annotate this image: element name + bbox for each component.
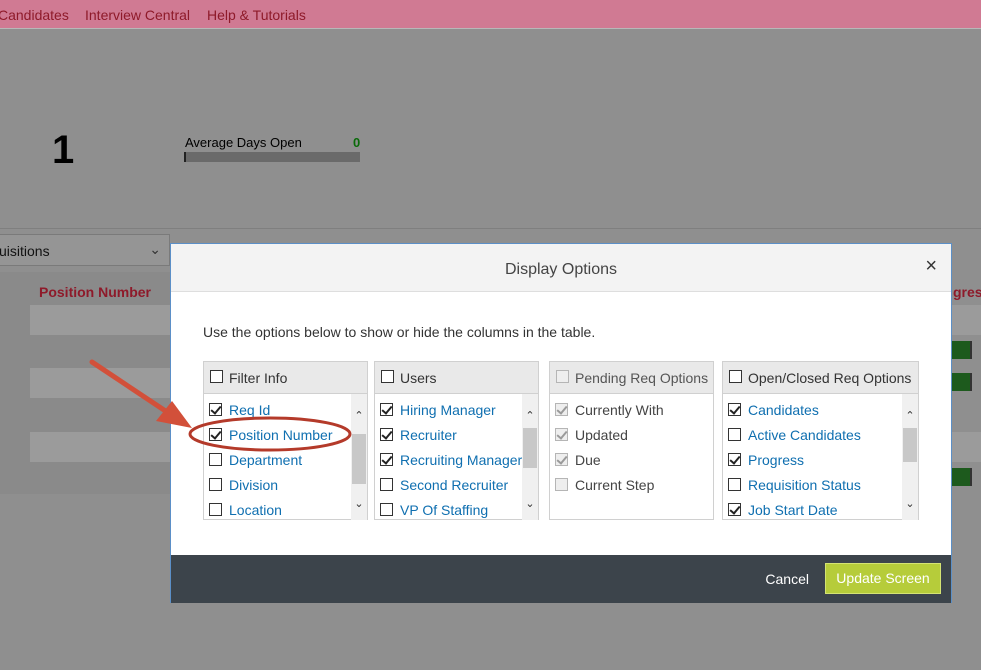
checkbox[interactable] <box>209 403 222 416</box>
panel-title: Pending Req Options <box>575 370 709 386</box>
option-label[interactable]: Position Number <box>229 427 333 443</box>
panel-title: Users <box>400 370 437 386</box>
table-row <box>952 432 981 462</box>
chevron-down-icon: ⌄ <box>149 241 161 257</box>
table-row <box>30 305 170 335</box>
checkbox <box>555 453 568 466</box>
checkbox <box>555 428 568 441</box>
option-label[interactable]: Candidates <box>748 402 819 418</box>
option-label[interactable]: VP Of Staffing <box>400 502 488 518</box>
table-row <box>30 368 170 398</box>
checkbox[interactable] <box>380 403 393 416</box>
nav-candidates[interactable]: Candidates <box>0 7 69 23</box>
scroll-down-icon[interactable]: ⌄ <box>524 498 536 510</box>
checkbox[interactable] <box>380 453 393 466</box>
top-nav: Candidates Interview Central Help & Tuto… <box>0 0 981 29</box>
table-row <box>952 305 981 335</box>
divider <box>0 228 981 229</box>
panel-header: Open/Closed Req Options <box>723 362 918 394</box>
select-all-checkbox[interactable] <box>210 370 223 383</box>
column-header-position-number[interactable]: Position Number <box>39 284 151 300</box>
avg-days-value: 0 <box>353 135 361 150</box>
option-label[interactable]: Active Candidates <box>748 427 861 443</box>
checkbox[interactable] <box>209 478 222 491</box>
checkbox[interactable] <box>209 503 222 516</box>
dialog-footer: Cancel Update Screen <box>171 555 951 603</box>
cancel-button[interactable]: Cancel <box>765 571 809 587</box>
checkbox[interactable] <box>728 503 741 516</box>
update-screen-button[interactable]: Update Screen <box>825 563 941 594</box>
panel-header: Users <box>375 362 538 394</box>
option-label[interactable]: Progress <box>748 452 804 468</box>
select-all-checkbox <box>556 370 569 383</box>
option-label[interactable]: Job Start Date <box>748 502 838 518</box>
scroll-thumb[interactable] <box>903 428 917 462</box>
requisition-select-label: uisitions <box>0 243 50 259</box>
option-label[interactable]: Recruiting Manager <box>400 452 522 468</box>
option-label: Current Step <box>575 477 655 493</box>
nav-interview-central[interactable]: Interview Central <box>85 7 190 23</box>
scroll-thumb[interactable] <box>523 428 537 468</box>
option-label[interactable]: Hiring Manager <box>400 402 496 418</box>
panel-users: Users Hiring Manager Recruiter Recruitin… <box>374 361 539 520</box>
scroll-up-icon[interactable]: ⌃ <box>353 410 365 422</box>
scroll-down-icon[interactable]: ⌄ <box>353 498 365 510</box>
scrollbar[interactable]: ⌃ ⌄ <box>902 394 918 520</box>
option-label: Currently With <box>575 402 664 418</box>
scroll-up-icon[interactable]: ⌃ <box>524 410 536 422</box>
checkbox[interactable] <box>380 428 393 441</box>
checkbox[interactable] <box>380 503 393 516</box>
checkbox[interactable] <box>728 478 741 491</box>
checkbox <box>555 403 568 416</box>
option-label[interactable]: Second Recruiter <box>400 477 508 493</box>
table-row <box>30 432 170 462</box>
checkbox[interactable] <box>728 453 741 466</box>
option-label[interactable]: Req Id <box>229 402 270 418</box>
scrollbar[interactable]: ⌃ ⌄ <box>351 394 367 520</box>
checkbox[interactable] <box>380 478 393 491</box>
avg-days-bar <box>184 152 360 162</box>
dialog-description: Use the options below to show or hide th… <box>203 324 596 340</box>
scroll-thumb[interactable] <box>352 434 366 484</box>
display-options-dialog: Display Options × Use the options below … <box>170 243 952 603</box>
option-label[interactable]: Requisition Status <box>748 477 861 493</box>
checkbox[interactable] <box>728 428 741 441</box>
scrollbar[interactable]: ⌃ ⌄ <box>522 394 538 520</box>
option-label: Due <box>575 452 601 468</box>
dialog-title: Display Options <box>504 261 618 278</box>
option-label[interactable]: Location <box>229 502 282 518</box>
option-label[interactable]: Division <box>229 477 278 493</box>
scroll-down-icon[interactable]: ⌄ <box>904 498 916 510</box>
open-count: 1 <box>52 128 75 172</box>
select-all-checkbox[interactable] <box>381 370 394 383</box>
panel-open-closed-req-options: Open/Closed Req Options Candidates Activ… <box>722 361 919 520</box>
checkbox <box>555 478 568 491</box>
option-label[interactable]: Department <box>229 452 302 468</box>
panel-filter-info: Filter Info Req Id Position Number Depar… <box>203 361 368 520</box>
checkbox[interactable] <box>209 453 222 466</box>
column-header-progress[interactable]: gress <box>953 284 981 300</box>
panel-title: Filter Info <box>229 370 288 386</box>
nav-help-tutorials[interactable]: Help & Tutorials <box>207 7 306 23</box>
requisition-select[interactable]: uisitions ⌄ <box>0 234 170 266</box>
select-all-checkbox[interactable] <box>729 370 742 383</box>
scroll-up-icon[interactable]: ⌃ <box>904 410 916 422</box>
option-label: Updated <box>575 427 628 443</box>
panel-pending-req-options: Pending Req Options Currently With Updat… <box>549 361 714 520</box>
close-icon[interactable]: × <box>925 255 937 278</box>
progress-bar <box>952 341 972 359</box>
dialog-header: Display Options × <box>171 244 951 292</box>
panel-header: Pending Req Options <box>550 362 713 394</box>
panel-header: Filter Info <box>204 362 367 394</box>
progress-bar <box>952 468 972 486</box>
avg-days-label: Average Days Open <box>185 135 302 150</box>
checkbox[interactable] <box>728 403 741 416</box>
panel-title: Open/Closed Req Options <box>748 370 912 386</box>
progress-bar <box>952 373 972 391</box>
checkbox[interactable] <box>209 428 222 441</box>
option-label[interactable]: Recruiter <box>400 427 457 443</box>
